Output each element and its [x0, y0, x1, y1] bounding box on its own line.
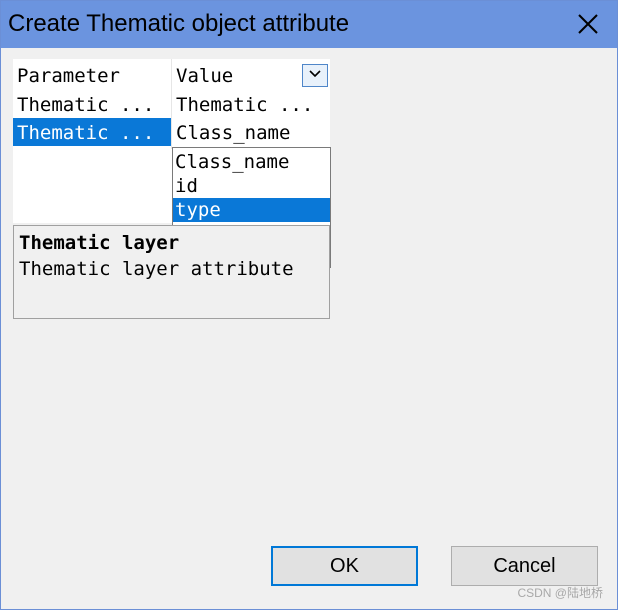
row-2-parameter[interactable]: Thematic ... [17, 119, 169, 147]
cancel-button[interactable]: Cancel [451, 546, 598, 586]
window-title: Create Thematic object attribute [8, 10, 350, 37]
combo-dropdown-button[interactable] [302, 64, 328, 87]
value-combo-box[interactable]: Class_name [176, 119, 326, 147]
header-parameter: Parameter [17, 65, 120, 87]
watermark: CSDN @陆地桥 [517, 586, 603, 600]
close-icon [578, 14, 598, 34]
row-1-value[interactable]: Thematic ... [176, 91, 326, 119]
dropdown-option-selected[interactable]: type [173, 198, 330, 222]
title-bar[interactable]: Create Thematic object attribute [1, 1, 617, 48]
chevron-down-icon [309, 70, 321, 78]
ok-button[interactable]: OK [271, 546, 418, 586]
description-panel: Thematic layer Thematic layer attribute [13, 225, 330, 319]
close-button[interactable] [573, 9, 603, 39]
dropdown-option[interactable]: Class_name [173, 150, 330, 174]
dialog-window: Create Thematic object attribute Paramet… [0, 0, 618, 610]
row-1-parameter[interactable]: Thematic ... [17, 91, 169, 119]
description-text: Thematic layer attribute [19, 258, 294, 280]
column-separator [171, 59, 172, 149]
description-title: Thematic layer [19, 232, 180, 254]
dropdown-option[interactable]: id [173, 174, 330, 198]
